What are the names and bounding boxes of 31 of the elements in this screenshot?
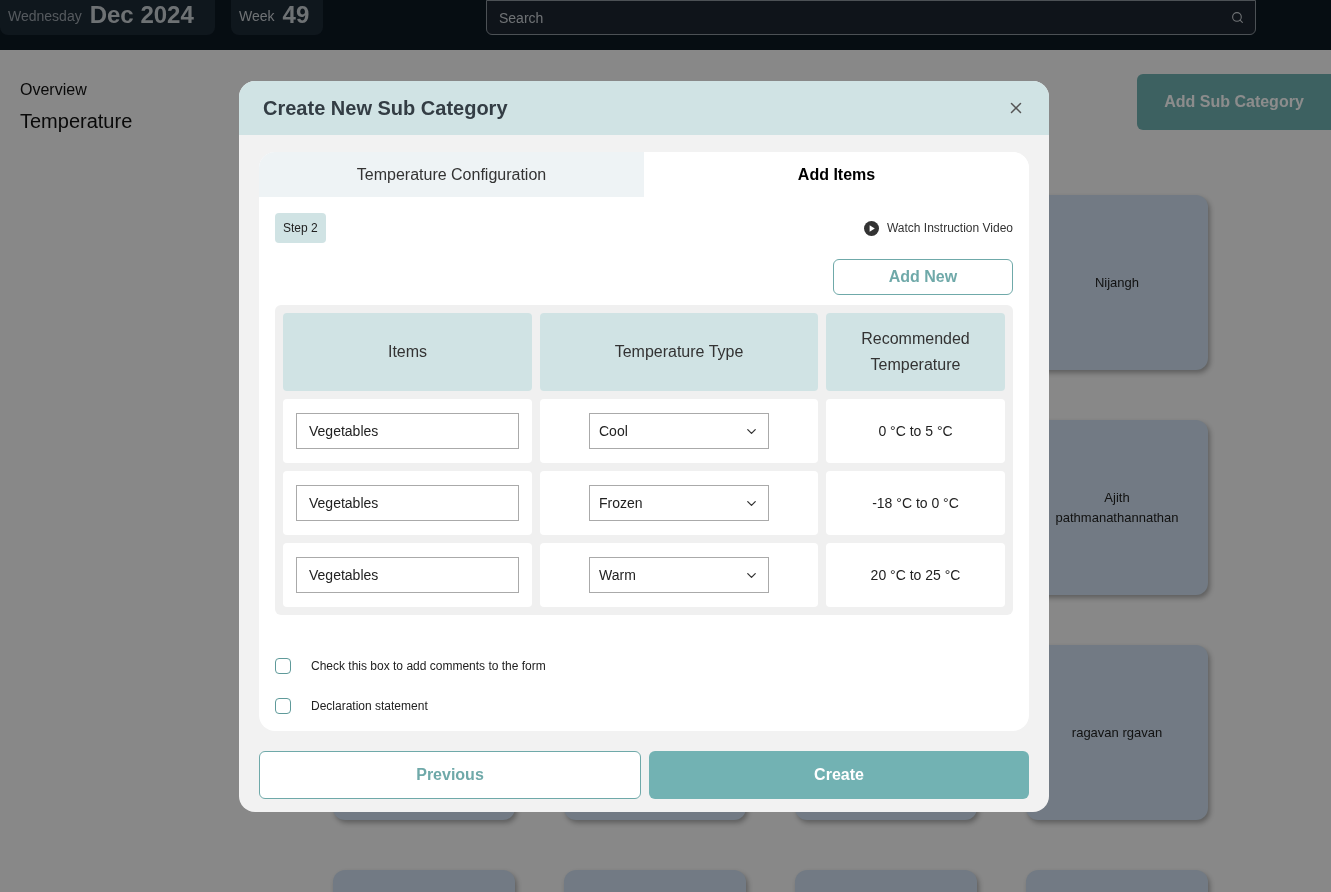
checkbox-label: Declaration statement [311, 698, 428, 715]
temperature-range-cell: -18 °C to 0 °C [826, 471, 1005, 535]
temperature-range-cell: 20 °C to 25 °C [826, 543, 1005, 607]
modal-title: Create New Sub Category [263, 96, 508, 121]
date-text: Dec 2024 [89, 3, 194, 27]
column-header: Recommended Temperature [826, 313, 1005, 391]
item-input[interactable]: Vegetables [296, 413, 519, 449]
checkbox-label: Check this box to add comments to the form [311, 658, 546, 675]
page-title: Temperature [20, 109, 133, 134]
checkbox[interactable] [275, 698, 291, 714]
week-number: 49 [282, 3, 310, 27]
temperature-type-select[interactable]: Cool [589, 413, 769, 449]
checkbox[interactable] [275, 658, 291, 674]
card-name: Ajith pathmanathannathan [1054, 489, 1180, 527]
temperature-range-cell: 0 °C to 5 °C [826, 399, 1005, 463]
item-input[interactable]: Vegetables [296, 557, 519, 593]
card-name: Nijangh [1094, 273, 1140, 292]
column-header: Items [283, 313, 532, 391]
card-name: ragavan rgavan [1071, 723, 1163, 742]
watch-video-link[interactable]: Watch Instruction Video [863, 219, 1013, 237]
column-header: Temperature Type [540, 313, 818, 391]
temperature-type-select[interactable]: Frozen [589, 485, 769, 521]
temperature-type-select[interactable]: Warm [589, 557, 769, 593]
search-field[interactable]: Search [486, 0, 1256, 35]
tab[interactable]: Temperature Configuration [259, 152, 644, 197]
step-badge: Step 2 [275, 213, 326, 243]
search-icon[interactable] [1231, 11, 1244, 24]
week-label: Week [239, 7, 275, 26]
item-input[interactable]: Vegetables [296, 485, 519, 521]
play-icon[interactable] [863, 220, 879, 236]
weekday-text: Wednesday [8, 7, 82, 26]
